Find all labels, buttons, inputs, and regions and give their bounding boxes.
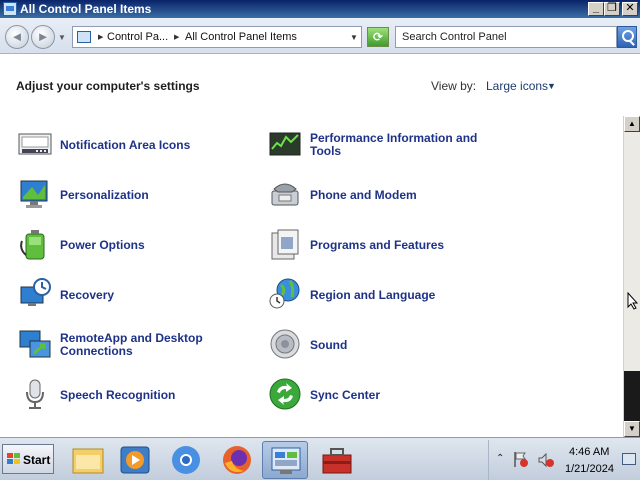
notification-area-icon xyxy=(18,133,52,155)
control-panel-icon xyxy=(3,2,17,16)
list-item-performance[interactable]: Performance Information and Tools xyxy=(268,123,508,167)
list-item-power-options[interactable]: Power Options xyxy=(18,223,258,267)
list-item-speech-recognition[interactable]: Speech Recognition xyxy=(18,373,258,417)
list-item-personalization[interactable]: Personalization xyxy=(18,173,258,217)
recovery-icon xyxy=(20,278,51,306)
item-label: RemoteApp and Desktop Connections xyxy=(60,331,203,358)
item-label: Recovery xyxy=(60,287,115,302)
item-label: Personalization xyxy=(60,187,149,202)
close-button[interactable]: ✕ xyxy=(622,2,638,16)
explorer-icon xyxy=(72,448,104,474)
breadcrumb-all-items[interactable]: All Control Panel Items xyxy=(185,31,297,43)
scroll-thumb[interactable] xyxy=(624,371,640,421)
action-center-flag-icon[interactable] xyxy=(513,451,529,469)
item-label: Performance Information and Tools xyxy=(310,131,478,158)
breadcrumb-control-panel[interactable]: Control Pa... xyxy=(107,31,168,43)
phone-modem-icon xyxy=(271,183,299,206)
view-by-dropdown[interactable]: Large icons xyxy=(486,79,548,93)
back-button[interactable]: ◄ xyxy=(5,25,29,49)
speaker-icon xyxy=(270,329,300,359)
recent-pages-dropdown[interactable]: ▼ xyxy=(58,33,66,42)
item-label: Power Options xyxy=(60,237,145,252)
performance-icon xyxy=(269,132,301,156)
taskbar-toolbox[interactable] xyxy=(314,441,360,479)
scroll-down-button[interactable]: ▼ xyxy=(624,421,640,437)
search-icon[interactable] xyxy=(617,26,637,48)
list-item-sync-center[interactable]: Sync Center xyxy=(268,373,508,417)
taskbar: Start ⌃ 4:46 AM 1/21/2024 xyxy=(0,437,640,480)
clock-time[interactable]: 4:46 AM xyxy=(569,446,609,458)
maximize-button[interactable]: ❐ xyxy=(604,2,620,16)
sync-center-icon xyxy=(269,378,301,410)
view-by-label: View by: xyxy=(431,79,477,93)
chevron-right-icon[interactable]: ▶ xyxy=(98,33,103,41)
start-button[interactable]: Start xyxy=(2,444,54,474)
list-item-phone-modem[interactable]: Phone and Modem xyxy=(268,173,508,217)
clock-date[interactable]: 1/21/2024 xyxy=(565,463,614,475)
chevron-down-icon[interactable]: ▼ xyxy=(547,81,556,91)
microphone-icon xyxy=(26,379,44,409)
taskbar-chrome[interactable] xyxy=(163,441,209,479)
content-pane: Adjust your computer's settings View by:… xyxy=(0,55,623,437)
list-item-region-language[interactable]: Region and Language xyxy=(268,273,508,317)
item-label: Phone and Modem xyxy=(310,187,417,202)
toolbox-icon xyxy=(322,448,352,474)
taskbar-media-player[interactable] xyxy=(112,441,158,479)
chevron-down-icon[interactable]: ▼ xyxy=(350,33,358,42)
refresh-button[interactable]: ⟳ xyxy=(367,27,389,47)
chrome-icon xyxy=(172,446,200,474)
vertical-scrollbar[interactable]: ▲ ▼ xyxy=(623,116,640,437)
minimize-button[interactable]: _ xyxy=(588,2,604,16)
item-label: Programs and Features xyxy=(310,237,445,252)
item-label: Sound xyxy=(310,337,348,352)
mouse-cursor-icon xyxy=(627,292,639,310)
window-title: All Control Panel Items xyxy=(20,2,152,16)
taskbar-control-panel[interactable] xyxy=(262,441,308,479)
list-item-remoteapp[interactable]: RemoteApp and Desktop Connections xyxy=(18,323,258,367)
system-tray: ⌃ 4:46 AM 1/21/2024 xyxy=(488,440,640,480)
taskbar-firefox[interactable] xyxy=(214,441,260,479)
item-label: Notification Area Icons xyxy=(60,137,191,152)
breadcrumb[interactable]: ▶ Control Pa... ▶ All Control Panel Item… xyxy=(72,26,362,48)
windows-logo-icon xyxy=(7,453,21,465)
list-item-programs-features[interactable]: Programs and Features xyxy=(268,223,508,267)
forward-button[interactable]: ► xyxy=(31,25,55,49)
list-item-recovery[interactable]: Recovery xyxy=(18,273,258,317)
programs-features-icon xyxy=(271,229,299,260)
item-label: Sync Center xyxy=(310,387,381,402)
item-label: Speech Recognition xyxy=(60,387,176,402)
personalization-icon xyxy=(20,180,48,208)
address-bar: ◄ ► ▼ ▶ Control Pa... ▶ All Control Pane… xyxy=(0,18,640,54)
chevron-right-icon[interactable]: ▶ xyxy=(174,33,179,41)
list-item-sound[interactable]: Sound xyxy=(268,323,508,367)
item-label: Region and Language xyxy=(310,287,436,302)
media-player-icon xyxy=(120,446,150,474)
control-panel-icon xyxy=(271,447,301,474)
search-input[interactable]: Search Control Panel xyxy=(395,26,617,48)
scroll-up-button[interactable]: ▲ xyxy=(624,116,640,132)
remoteapp-icon xyxy=(19,330,51,358)
firefox-icon xyxy=(223,446,251,474)
show-hidden-icons-button[interactable]: ⌃ xyxy=(496,453,504,464)
start-label: Start xyxy=(23,453,51,467)
taskbar-explorer[interactable] xyxy=(65,441,111,479)
show-desktop-button[interactable] xyxy=(622,453,636,465)
control-panel-icon xyxy=(77,31,91,43)
speaker-muted-icon[interactable] xyxy=(537,451,555,469)
power-options-icon xyxy=(20,230,45,260)
title-bar: All Control Panel Items _ ❐ ✕ xyxy=(0,0,640,18)
list-item-notification-area[interactable]: Notification Area Icons xyxy=(18,123,258,167)
page-title: Adjust your computer's settings xyxy=(16,79,200,93)
globe-icon xyxy=(269,278,300,309)
